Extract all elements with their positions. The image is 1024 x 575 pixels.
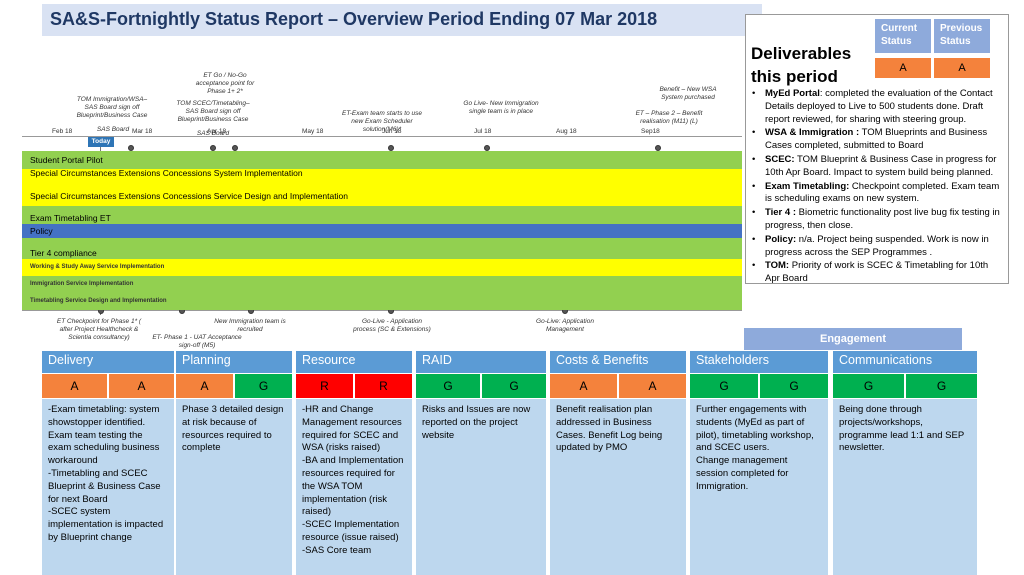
deliverable-text: n/a. Project being suspended. Work is no… bbox=[765, 233, 989, 258]
milestone-annotation-top: TOM SCEC/Timetabling– SAS Board sign off… bbox=[176, 100, 250, 123]
deliverable-item: Tier 4 : Biometric functionality post li… bbox=[752, 207, 1004, 233]
previous-status-cell: A bbox=[109, 374, 174, 398]
previous-status-value: A bbox=[934, 58, 990, 78]
column-header: Delivery bbox=[42, 351, 174, 373]
band-exam-timetabling: Exam Timetabling ET bbox=[22, 206, 742, 224]
today-marker: Today bbox=[88, 137, 114, 147]
column-header: Stakeholders bbox=[690, 351, 828, 373]
current-status-cell: G bbox=[833, 374, 904, 398]
deliverable-lead: MyEd Portal bbox=[765, 88, 820, 99]
previous-status-cell: G bbox=[482, 374, 546, 398]
deliverable-lead: Tier 4 : bbox=[765, 207, 796, 219]
deliverable-item: SCEC: TOM Blueprint & Business Case in p… bbox=[752, 154, 1004, 180]
milestone-annotation-bottom: New Immigration team is recruited bbox=[214, 318, 286, 333]
band-timetabling-service: Timetabling Service Design and Implement… bbox=[22, 293, 742, 310]
milestone-annotation-top: ET Go / No-Go acceptance point for Phase… bbox=[195, 72, 255, 95]
column-header: Costs & Benefits bbox=[550, 351, 686, 373]
current-status-cell: A bbox=[176, 374, 233, 398]
column-header: Communications bbox=[833, 351, 977, 373]
milestone-annotation-top: ET-Exam team starts to use new Exam Sche… bbox=[342, 110, 422, 133]
milestone-annotation-top: SAS Board bbox=[96, 126, 130, 133]
timeline-month: Jul 18 bbox=[474, 128, 492, 135]
timeline-month: Feb 18 bbox=[52, 128, 73, 135]
milestone-annotation-bottom: Go-Live: Application Management bbox=[536, 318, 594, 333]
column-header: Planning bbox=[176, 351, 292, 373]
deliverables-list: MyEd Portal: completed the evaluation of… bbox=[752, 88, 1004, 287]
band-student-portal: Student Portal Pilot bbox=[22, 151, 742, 169]
timeline-month: Aug 18 bbox=[556, 128, 577, 135]
column-body: -Exam timetabling: system showstopper id… bbox=[42, 399, 174, 575]
timeline-month: Mar 18 bbox=[132, 128, 153, 135]
band-policy: Policy bbox=[22, 224, 742, 238]
band-immigration: Immigration Service Implementation bbox=[22, 276, 742, 293]
band-scec-system: Special Circumstances Extensions Concess… bbox=[22, 169, 742, 186]
band-wsa: Working & Study Away Service Implementat… bbox=[22, 259, 742, 276]
deliverable-item: WSA & Immigration : TOM Blueprints and B… bbox=[752, 127, 1004, 153]
deliverable-lead: TOM: bbox=[765, 260, 790, 272]
previous-status-cell: A bbox=[619, 374, 686, 398]
band-tier4: Tier 4 compliance bbox=[22, 238, 742, 259]
column-header: RAID bbox=[416, 351, 546, 373]
column-body: -HR and Change Management resources requ… bbox=[296, 399, 412, 575]
current-status-cell: A bbox=[550, 374, 617, 398]
previous-status-label: Previous Status bbox=[934, 19, 990, 53]
milestone-annotation-bottom: ET Checkpoint for Phase 1* ( after Proje… bbox=[56, 318, 142, 341]
timeline-month: May 18 bbox=[302, 128, 324, 135]
milestone-annotation-top: ET – Phase 2 – Benefit realisation (M11)… bbox=[635, 110, 703, 125]
current-status-cell: A bbox=[42, 374, 107, 398]
column-body: Risks and Issues are now reported on the… bbox=[416, 399, 546, 575]
current-status-cell: R bbox=[296, 374, 353, 398]
timeline-month: Sep18 bbox=[641, 128, 660, 135]
column-body: Being done through projects/workshops, p… bbox=[833, 399, 977, 575]
deliverables-heading: Deliverables this period bbox=[751, 44, 852, 86]
milestone-annotation-top: SAS Board bbox=[196, 130, 230, 137]
timeline-axis-top bbox=[22, 136, 742, 137]
deliverable-lead: Exam Timetabling: bbox=[765, 180, 850, 192]
milestone-annotation-top: Go Live- New Immigration single team is … bbox=[463, 100, 539, 115]
deliverable-item: Policy: n/a. Project being suspended. Wo… bbox=[752, 234, 1004, 260]
column-header: Resource bbox=[296, 351, 412, 373]
milestone-annotation-top: TOM Immigration/WSA– SAS Board sign off … bbox=[76, 96, 148, 119]
deliverable-item: MyEd Portal: completed the evaluation of… bbox=[752, 88, 1004, 126]
previous-status-cell: G bbox=[235, 374, 292, 398]
deliverable-item: Exam Timetabling: Checkpoint completed. … bbox=[752, 181, 1004, 207]
deliverable-lead: WSA & Immigration : bbox=[765, 127, 860, 139]
deliverable-text: TOM Blueprint & Business Case in progres… bbox=[765, 153, 997, 178]
deliverable-lead: Policy: bbox=[765, 233, 797, 245]
engagement-label: Engagement bbox=[744, 328, 962, 350]
milestone-annotation-bottom: ET- Phase 1 - UAT Acceptance sign-off (M… bbox=[152, 334, 242, 349]
current-status-label: Current Status bbox=[875, 19, 931, 53]
milestone-annotation-top: Benefit – New WSA System purchased bbox=[659, 86, 717, 101]
column-body: Benefit realisation plan addressed in Bu… bbox=[550, 399, 686, 575]
milestone-annotation-bottom: Go-Live - Application process (SC & Exte… bbox=[353, 318, 431, 333]
deliverable-item: TOM: Priority of work is SCEC & Timetabl… bbox=[752, 260, 1004, 286]
timeline-axis-bottom bbox=[22, 310, 742, 311]
current-status-cell: G bbox=[690, 374, 758, 398]
previous-status-cell: R bbox=[355, 374, 412, 398]
page-title: SA&S-Fortnightly Status Report – Overvie… bbox=[42, 4, 762, 36]
deliverable-text: Priority of work is SCEC & Timetabling f… bbox=[765, 260, 989, 285]
deliverable-text: Biometric functionality post live bug fi… bbox=[765, 207, 1000, 231]
previous-status-cell: G bbox=[906, 374, 977, 398]
band-scec-service: Special Circumstances Extensions Concess… bbox=[22, 186, 742, 206]
previous-status-cell: G bbox=[760, 374, 828, 398]
current-status-value: A bbox=[875, 58, 931, 78]
column-body: Phase 3 detailed design at risk because … bbox=[176, 399, 292, 575]
column-body: Further engagements with students (MyEd … bbox=[690, 399, 828, 575]
current-status-cell: G bbox=[416, 374, 480, 398]
deliverable-lead: SCEC: bbox=[765, 153, 795, 165]
